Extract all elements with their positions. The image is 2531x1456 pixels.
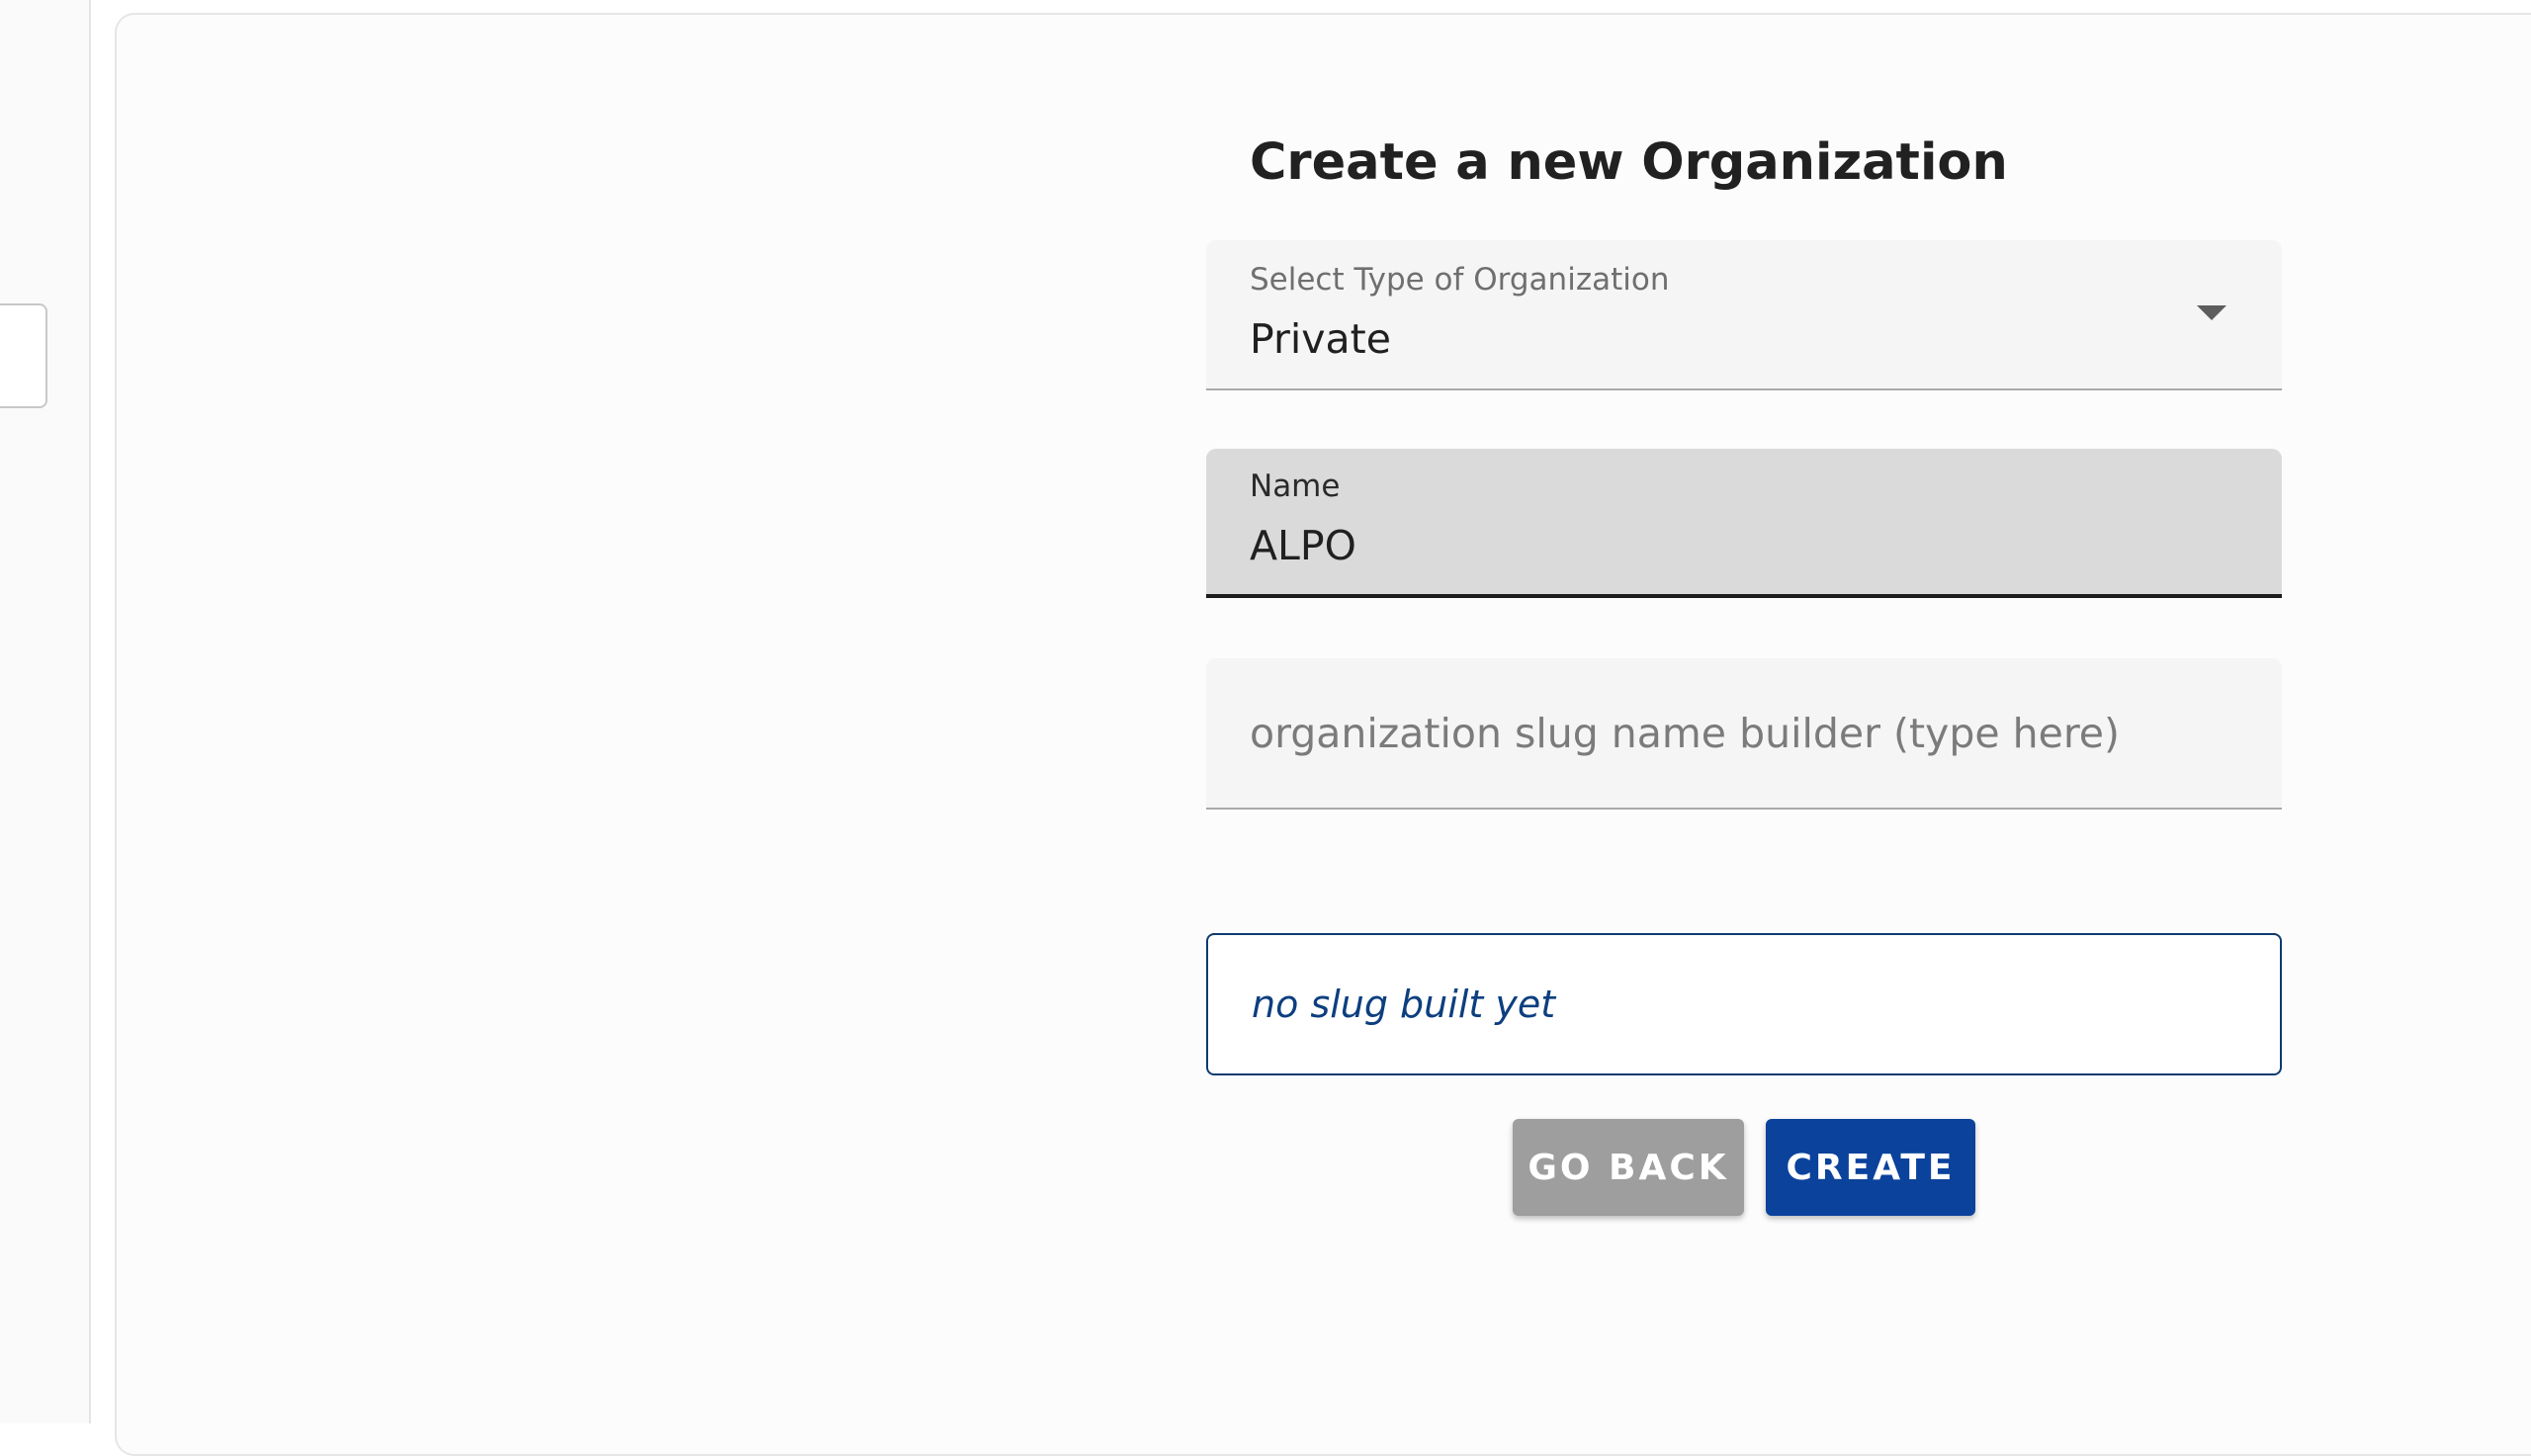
name-field[interactable]: Name ALPO (1206, 449, 2282, 598)
organization-type-select[interactable]: Select Type of Organization Private (1206, 240, 2282, 390)
organization-type-label: Select Type of Organization (1250, 262, 1670, 298)
go-back-button[interactable]: GO BACK (1513, 1119, 1744, 1216)
page-title: Create a new Organization (1250, 133, 2008, 192)
slug-builder-field[interactable] (1206, 658, 2282, 810)
sidebar-toggle-tab[interactable] (0, 303, 47, 408)
slug-builder-input[interactable] (1206, 658, 2282, 808)
name-label: Name (1250, 469, 1341, 504)
slug-preview-text: no slug built yet (1252, 983, 1556, 1026)
main-panel: Create a new Organization Select Type of… (115, 13, 2531, 1456)
organization-type-value: Private (1250, 315, 1391, 363)
create-button[interactable]: CREATE (1766, 1119, 1975, 1216)
slug-preview-box: no slug built yet (1206, 933, 2282, 1075)
chevron-down-icon[interactable] (2197, 305, 2226, 320)
left-sidebar (0, 0, 91, 1423)
name-value: ALPO (1250, 522, 1356, 569)
